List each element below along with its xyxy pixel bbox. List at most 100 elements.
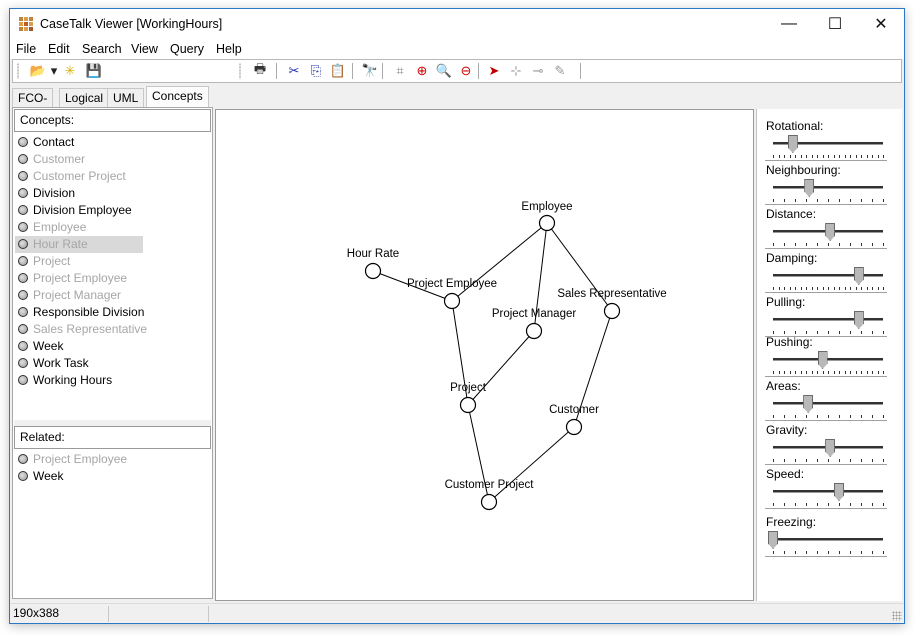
freeze-icon[interactable]: ✎ [549, 62, 571, 80]
menu-file[interactable]: File [16, 42, 36, 56]
slider-speed: Speed: [765, 467, 889, 511]
open-dropdown-icon[interactable]: ▾ [49, 62, 59, 80]
slider-distance: Distance: [765, 207, 889, 251]
slider-ticks [773, 155, 884, 159]
divider [765, 292, 887, 293]
list-item[interactable]: Employee [15, 219, 143, 236]
node-project[interactable] [459, 396, 477, 414]
zoom-icon[interactable]: 🔍 [433, 62, 455, 80]
toolbar: 📂 ▾ ✳ 💾 🖶 ✂ ⎘ 📋 🔭 ⌗ ⊕ 🔍 ⊖ ➤ ⊹ ⊸ ✎ [12, 59, 902, 83]
find-icon[interactable]: 🔭 [359, 62, 381, 80]
slider-track[interactable] [773, 538, 883, 541]
concepts-header: Concepts: [14, 109, 211, 132]
zoom-out-icon[interactable]: ⊖ [455, 62, 477, 80]
tab-logical[interactable]: Logical [59, 88, 110, 107]
copy-icon[interactable]: ⎘ [305, 62, 327, 80]
slider-label: Gravity: [766, 423, 808, 437]
close-button[interactable]: ✕ [858, 9, 904, 39]
tab-fco-im[interactable]: FCO-IM [12, 88, 54, 119]
list-item-label: Customer [33, 152, 86, 166]
maximize-button[interactable]: ☐ [812, 9, 858, 39]
node-employee[interactable] [538, 214, 556, 232]
slider-track[interactable] [773, 274, 883, 277]
toolbar-grip[interactable] [239, 63, 241, 79]
slider-thumb[interactable] [803, 395, 814, 413]
list-item[interactable]: Hour Rate [15, 236, 143, 253]
zoom-in-icon[interactable]: ⊕ [411, 62, 433, 80]
list-item[interactable]: Sales Representative [15, 321, 147, 338]
slider-thumb[interactable] [768, 531, 778, 549]
node-project-manager[interactable] [525, 322, 543, 340]
toolbar-grip[interactable] [17, 63, 19, 79]
slider-track[interactable] [773, 186, 883, 189]
menu-query[interactable]: Query [170, 42, 204, 56]
list-item-label: Sales Representative [33, 322, 148, 336]
list-item-label: Working Hours [33, 373, 113, 387]
slider-track[interactable] [773, 318, 883, 321]
concept-bullet-icon [18, 471, 28, 481]
list-item[interactable]: Division Employee [15, 202, 143, 219]
paste-icon[interactable]: 📋 [327, 62, 349, 80]
list-item[interactable]: Project Manager [15, 287, 143, 304]
tab-concepts[interactable]: Concepts [146, 86, 209, 108]
list-item[interactable]: Customer Project [15, 168, 143, 185]
slider-ticks [773, 371, 884, 375]
resize-grip[interactable] [892, 611, 902, 621]
node-customer-project[interactable] [480, 493, 498, 511]
toolbar-separator [352, 63, 353, 79]
list-item[interactable]: Working Hours [15, 372, 143, 389]
menu-search[interactable]: Search [82, 42, 122, 56]
node-hour-rate[interactable] [364, 262, 382, 280]
save-icon[interactable]: 💾 [83, 62, 105, 80]
slider-ticks [773, 415, 884, 419]
list-item[interactable]: Division [15, 185, 143, 202]
print-icon[interactable]: 🖶 [249, 61, 271, 80]
add-node-icon[interactable]: ⊹ [505, 62, 527, 80]
slider-thumb[interactable] [853, 311, 864, 329]
list-item[interactable]: Contact [15, 134, 143, 151]
minimize-button[interactable]: — [766, 9, 812, 39]
slider-track[interactable] [773, 490, 883, 493]
slider-track[interactable] [773, 402, 883, 405]
cut-icon[interactable]: ✂ [283, 62, 305, 80]
node-label-customer: Customer [549, 404, 599, 416]
slider-label: Rotational: [766, 119, 824, 133]
menu-edit[interactable]: Edit [48, 42, 70, 56]
select-pointer-icon[interactable]: ➤ [483, 62, 505, 80]
slider-thumb[interactable] [817, 351, 828, 369]
slider-thumb[interactable] [825, 439, 836, 457]
list-item-label: Work Task [33, 356, 89, 370]
status-cell-2 [110, 606, 112, 622]
tab-uml[interactable]: UML [107, 88, 145, 107]
concept-bullet-icon [18, 358, 28, 368]
menu-view[interactable]: View [131, 42, 158, 56]
list-item[interactable]: Work Task [15, 355, 143, 372]
slider-thumb[interactable] [787, 135, 798, 153]
list-item[interactable]: Customer [15, 151, 143, 168]
slider-thumb[interactable] [804, 179, 815, 197]
list-item[interactable]: Responsible Division [15, 304, 144, 321]
slider-thumb[interactable] [834, 483, 844, 501]
concept-graph[interactable]: Employee Hour Rate Project Employee Sales R… [216, 110, 753, 600]
list-item[interactable]: Week [15, 338, 143, 355]
slider-freezing: Freezing: [765, 515, 889, 559]
open-icon[interactable]: 📂 [27, 62, 49, 80]
status-canvas-size: 190x388 [13, 606, 60, 620]
menu-help[interactable]: Help [216, 42, 242, 56]
list-item[interactable]: Project Employee [15, 451, 143, 468]
node-project-employee[interactable] [443, 292, 461, 310]
title-bar[interactable]: CaseTalk Viewer [WorkingHours] — ☐ ✕ [10, 9, 904, 39]
node-customer[interactable] [565, 418, 583, 436]
new-icon[interactable]: ✳ [59, 62, 81, 80]
slider-track[interactable] [773, 358, 883, 361]
slider-thumb[interactable] [825, 223, 836, 241]
list-item[interactable]: Project Employee [15, 270, 143, 287]
slider-thumb[interactable] [853, 267, 864, 285]
remove-node-icon[interactable]: ⊸ [527, 62, 549, 80]
slider-label: Speed: [766, 467, 805, 481]
list-item[interactable]: Project [15, 253, 143, 270]
fit-icon[interactable]: ⌗ [389, 62, 411, 80]
graph-canvas[interactable]: Employee Hour Rate Project Employee Sales R… [215, 109, 754, 601]
list-item[interactable]: Week [15, 468, 143, 485]
node-sales-representative[interactable] [603, 302, 621, 320]
